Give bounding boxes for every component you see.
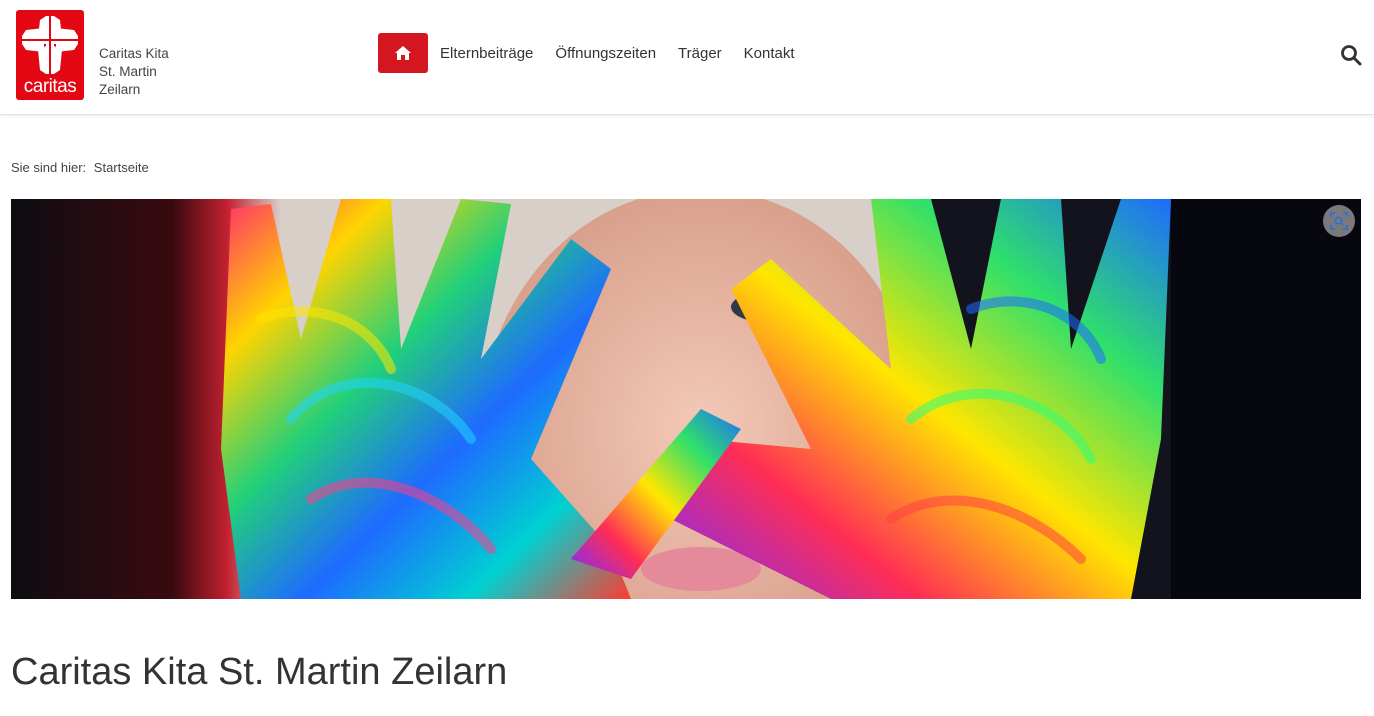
page-title: Caritas Kita St. Martin Zeilarn <box>11 651 508 693</box>
home-button[interactable] <box>378 33 428 73</box>
site-name-line-3: Zeilarn <box>99 82 141 97</box>
site-name-line-2: St. Martin <box>99 64 157 79</box>
logo-wordmark: caritas <box>23 76 77 97</box>
site-name: Caritas Kita St. Martin Zeilarn <box>99 45 169 99</box>
site-name-line-1: Caritas Kita <box>99 46 169 61</box>
hero-image <box>11 199 1361 599</box>
nav-item-kontakt[interactable]: Kontakt <box>744 45 795 62</box>
caritas-logo[interactable]: caritas <box>16 10 84 100</box>
search-icon <box>1341 45 1362 66</box>
nav-item-oeffnungszeiten[interactable]: Öffnungszeiten <box>555 45 656 62</box>
site-header: caritas Caritas Kita St. Martin Zeilarn … <box>0 0 1374 115</box>
hero-artwork <box>11 199 1361 599</box>
home-icon <box>395 46 411 60</box>
nav-item-traeger[interactable]: Träger <box>678 45 722 62</box>
breadcrumb: Sie sind hier: Startseite <box>11 160 149 175</box>
breadcrumb-prefix: Sie sind hier: <box>11 160 87 175</box>
zoom-button[interactable] <box>1323 205 1355 237</box>
zoom-icon <box>1330 212 1348 230</box>
nav-item-elternbeitraege[interactable]: Elternbeiträge <box>440 45 533 62</box>
breadcrumb-current[interactable]: Startseite <box>94 160 149 175</box>
search-button[interactable] <box>1340 44 1362 66</box>
main-nav: Elternbeiträge Öffnungszeiten Träger Kon… <box>378 33 805 73</box>
